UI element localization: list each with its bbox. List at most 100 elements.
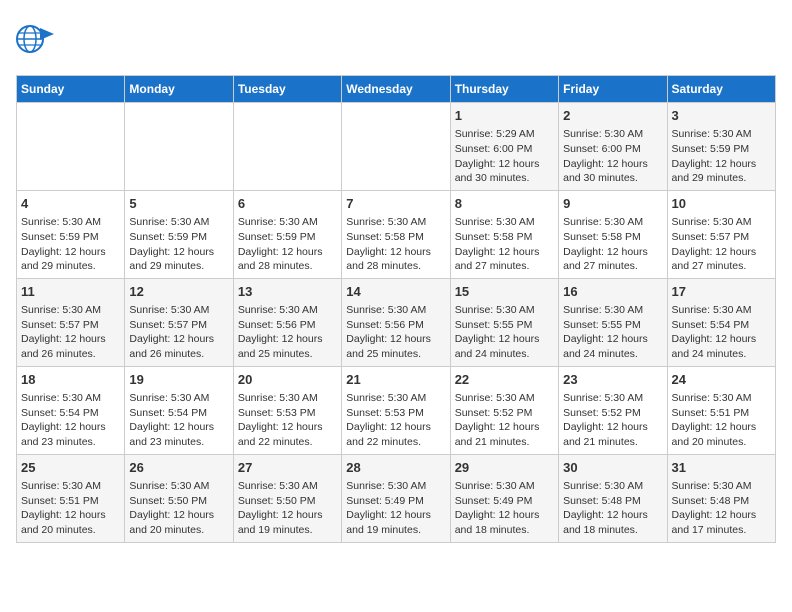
day-number: 15 [455,283,554,301]
calendar-day-cell: 7 Sunrise: 5:30 AMSunset: 5:58 PMDaylight… [342,190,450,278]
day-number: 30 [563,459,662,477]
calendar-day-cell: 12Sunrise: 5:30 AMSunset: 5:57 PMDayligh… [125,278,233,366]
calendar-body: 1 Sunrise: 5:29 AMSunset: 6:00 PMDaylight… [17,103,776,543]
calendar-day-cell: 1 Sunrise: 5:29 AMSunset: 6:00 PMDaylight… [450,103,558,191]
calendar-day-cell: 17 Sunrise: 5:30 AMSunset: 5:54 PMDayligh… [667,278,775,366]
day-info: Sunrise: 5:30 AMSunset: 5:58 PMDaylight:… [455,215,554,274]
day-number: 20 [238,371,337,389]
day-info: Sunrise: 5:30 AMSunset: 5:58 PMDaylight:… [346,215,445,274]
day-number: 12 [129,283,228,301]
logo [16,20,58,63]
calendar-day-cell [125,103,233,191]
calendar-day-cell: 19Sunrise: 5:30 AMSunset: 5:54 PMDayligh… [125,366,233,454]
day-info: Sunrise: 5:30 AMSunset: 5:54 PMDaylight:… [21,391,120,450]
day-info: Sunrise: 5:30 AMSunset: 5:56 PMDaylight:… [346,303,445,362]
calendar-day-cell: 25 Sunrise: 5:30 AMSunset: 5:51 PMDayligh… [17,454,125,542]
calendar-day-cell: 28 Sunrise: 5:30 AMSunset: 5:49 PMDayligh… [342,454,450,542]
day-number: 25 [21,459,120,477]
calendar-day-cell: 10 Sunrise: 5:30 AMSunset: 5:57 PMDayligh… [667,190,775,278]
day-info: Sunrise: 5:30 AMSunset: 5:52 PMDaylight:… [563,391,662,450]
day-number: 17 [672,283,771,301]
calendar-day-cell: 14 Sunrise: 5:30 AMSunset: 5:56 PMDayligh… [342,278,450,366]
day-number: 14 [346,283,445,301]
day-info: Sunrise: 5:30 AMSunset: 5:48 PMDaylight:… [563,479,662,538]
day-info: Sunrise: 5:30 AMSunset: 5:54 PMDaylight:… [672,303,771,362]
day-number: 31 [672,459,771,477]
day-info: Sunrise: 5:30 AMSunset: 5:53 PMDaylight:… [346,391,445,450]
weekday-header-cell: Sunday [17,76,125,103]
day-info: Sunrise: 5:30 AMSunset: 5:52 PMDaylight:… [455,391,554,450]
day-info: Sunrise: 5:30 AMSunset: 5:50 PMDaylight:… [129,479,228,538]
day-number: 3 [672,107,771,125]
calendar-day-cell: 11Sunrise: 5:30 AMSunset: 5:57 PMDayligh… [17,278,125,366]
day-number: 24 [672,371,771,389]
logo-icon [16,20,54,58]
weekday-header-row: SundayMondayTuesdayWednesdayThursdayFrid… [17,76,776,103]
day-number: 22 [455,371,554,389]
calendar-day-cell [17,103,125,191]
day-number: 7 [346,195,445,213]
calendar-day-cell: 24 Sunrise: 5:30 AMSunset: 5:51 PMDayligh… [667,366,775,454]
calendar-day-cell: 9 Sunrise: 5:30 AMSunset: 5:58 PMDaylight… [559,190,667,278]
day-number: 16 [563,283,662,301]
day-number: 28 [346,459,445,477]
day-info: Sunrise: 5:30 AMSunset: 5:55 PMDaylight:… [563,303,662,362]
day-number: 21 [346,371,445,389]
calendar-day-cell: 22 Sunrise: 5:30 AMSunset: 5:52 PMDayligh… [450,366,558,454]
day-info: Sunrise: 5:30 AMSunset: 5:51 PMDaylight:… [672,391,771,450]
calendar-day-cell: 20 Sunrise: 5:30 AMSunset: 5:53 PMDayligh… [233,366,341,454]
calendar-day-cell [342,103,450,191]
weekday-header-cell: Tuesday [233,76,341,103]
day-info: Sunrise: 5:30 AMSunset: 5:55 PMDaylight:… [455,303,554,362]
day-number: 23 [563,371,662,389]
day-number: 2 [563,107,662,125]
calendar-table: SundayMondayTuesdayWednesdayThursdayFrid… [16,75,776,543]
day-info: Sunrise: 5:30 AMSunset: 5:53 PMDaylight:… [238,391,337,450]
calendar-day-cell: 21 Sunrise: 5:30 AMSunset: 5:53 PMDayligh… [342,366,450,454]
day-info: Sunrise: 5:30 AMSunset: 6:00 PMDaylight:… [563,127,662,186]
weekday-header-cell: Thursday [450,76,558,103]
weekday-header-cell: Wednesday [342,76,450,103]
day-info: Sunrise: 5:30 AMSunset: 5:48 PMDaylight:… [672,479,771,538]
day-info: Sunrise: 5:30 AMSunset: 5:59 PMDaylight:… [672,127,771,186]
day-number: 11 [21,283,120,301]
day-info: Sunrise: 5:30 AMSunset: 5:59 PMDaylight:… [129,215,228,274]
day-number: 8 [455,195,554,213]
calendar-day-cell: 31 Sunrise: 5:30 AMSunset: 5:48 PMDayligh… [667,454,775,542]
weekday-header-cell: Monday [125,76,233,103]
calendar-day-cell: 23 Sunrise: 5:30 AMSunset: 5:52 PMDayligh… [559,366,667,454]
day-number: 18 [21,371,120,389]
calendar-day-cell: 15 Sunrise: 5:30 AMSunset: 5:55 PMDayligh… [450,278,558,366]
day-number: 13 [238,283,337,301]
day-info: Sunrise: 5:30 AMSunset: 5:59 PMDaylight:… [21,215,120,274]
calendar-week-row: 18 Sunrise: 5:30 AMSunset: 5:54 PMDayligh… [17,366,776,454]
day-info: Sunrise: 5:30 AMSunset: 5:57 PMDaylight:… [672,215,771,274]
day-number: 19 [129,371,228,389]
calendar-day-cell [233,103,341,191]
calendar-week-row: 4Sunrise: 5:30 AMSunset: 5:59 PMDaylight… [17,190,776,278]
calendar-week-row: 1 Sunrise: 5:29 AMSunset: 6:00 PMDaylight… [17,103,776,191]
day-info: Sunrise: 5:30 AMSunset: 5:49 PMDaylight:… [346,479,445,538]
calendar-week-row: 11Sunrise: 5:30 AMSunset: 5:57 PMDayligh… [17,278,776,366]
page-header [16,16,776,63]
day-info: Sunrise: 5:30 AMSunset: 5:51 PMDaylight:… [21,479,120,538]
day-number: 1 [455,107,554,125]
weekday-header-cell: Saturday [667,76,775,103]
day-number: 9 [563,195,662,213]
day-info: Sunrise: 5:30 AMSunset: 5:58 PMDaylight:… [563,215,662,274]
day-number: 5 [129,195,228,213]
calendar-day-cell: 8 Sunrise: 5:30 AMSunset: 5:58 PMDaylight… [450,190,558,278]
calendar-day-cell: 16 Sunrise: 5:30 AMSunset: 5:55 PMDayligh… [559,278,667,366]
calendar-day-cell: 18 Sunrise: 5:30 AMSunset: 5:54 PMDayligh… [17,366,125,454]
calendar-day-cell: 29Sunrise: 5:30 AMSunset: 5:49 PMDayligh… [450,454,558,542]
day-number: 27 [238,459,337,477]
calendar-day-cell: 6 Sunrise: 5:30 AMSunset: 5:59 PMDaylight… [233,190,341,278]
day-info: Sunrise: 5:29 AMSunset: 6:00 PMDaylight:… [455,127,554,186]
calendar-day-cell: 2 Sunrise: 5:30 AMSunset: 6:00 PMDaylight… [559,103,667,191]
day-info: Sunrise: 5:30 AMSunset: 5:49 PMDaylight:… [455,479,554,538]
day-number: 6 [238,195,337,213]
day-number: 10 [672,195,771,213]
calendar-day-cell: 27 Sunrise: 5:30 AMSunset: 5:50 PMDayligh… [233,454,341,542]
day-info: Sunrise: 5:30 AMSunset: 5:59 PMDaylight:… [238,215,337,274]
day-info: Sunrise: 5:30 AMSunset: 5:50 PMDaylight:… [238,479,337,538]
